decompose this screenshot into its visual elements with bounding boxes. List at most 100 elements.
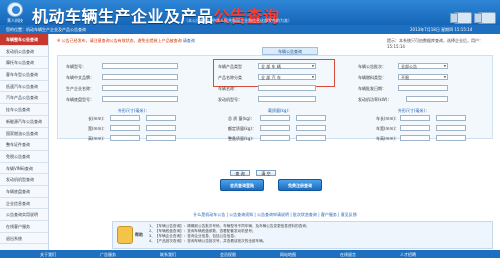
- label-engine-model: 发动机型号：: [218, 97, 242, 102]
- notice-link[interactable]: 请查询: [183, 38, 195, 43]
- engine-model-input[interactable]: [258, 96, 316, 102]
- label-approval-date: 车辆批准日期：: [358, 86, 386, 91]
- member-login-button[interactable]: 会员查询登陆: [220, 179, 264, 191]
- sidebar-item-engine-model[interactable]: 发动机机型查询: [0, 174, 48, 186]
- approval-date-input[interactable]: [398, 85, 448, 91]
- sidebar-item-bus[interactable]: 客车车型公告查询: [0, 69, 48, 81]
- query-button[interactable]: 查 询: [230, 170, 250, 176]
- label-height: 高(mm)：: [88, 136, 107, 141]
- sidebar-item-engine[interactable]: 发动机公告查询: [0, 46, 48, 58]
- footer-link-contact[interactable]: 联系我们: [160, 252, 176, 258]
- label-cn-brand: 车辆中文品牌：: [66, 75, 94, 80]
- notice-text: ※ 公告已经发布，请注意查询公告有效状态，避免出错致上产品被查询 请查询: [57, 38, 195, 44]
- free-register-button[interactable]: 免费注册查询: [278, 179, 322, 191]
- sidebar-item-low-speed[interactable]: 低速汽车公告查询: [0, 81, 48, 93]
- label-batch: 车辆公告批次：: [358, 64, 386, 69]
- help-text: 1、【车辆公告查询】：精确到公告批次号码、车辆型号不同车辆，及车辆公告变更信息资…: [149, 224, 309, 244]
- location-bar: 您的位置：机动车辆生产企业及产品公告查询 2013年7月18日 星期四 15:1…: [0, 25, 500, 34]
- footer-link-jobs[interactable]: 人才招聘: [400, 252, 416, 258]
- sidebar-item-new-energy[interactable]: 新能源汽车公告查询: [0, 116, 48, 128]
- label-rated-mass: 额定质量(kg)：: [228, 126, 256, 131]
- sidebar-item-vehicle-query[interactable]: 车辆整车公告查询: [0, 34, 48, 46]
- length-max-input[interactable]: [146, 115, 176, 121]
- sidebar-item-fuel[interactable]: 国家燃油公告查询: [0, 128, 48, 140]
- vehicle-name-input[interactable]: [258, 85, 316, 91]
- sidebar-item-trailer[interactable]: 挂车公告查询: [0, 104, 48, 116]
- sidebar-item-service[interactable]: 在线客户服务: [0, 221, 48, 233]
- label-vehicle-width: 车宽(mm)：: [376, 126, 399, 131]
- brand-input[interactable]: [102, 74, 178, 80]
- vehicle-width-min-input[interactable]: [400, 125, 430, 131]
- label-width: 宽(mm)：: [88, 126, 107, 131]
- user-status: 提示：本系统只可由数据库查询，选择企业后，用户：15:15:14: [387, 38, 483, 49]
- logo: 莱人科技: [4, 2, 26, 24]
- label-fuel-type: 车辆燃料类型：: [358, 75, 386, 80]
- page-subtitle: （本公告数据以中华人民共和国工业和信息化部发布的为准）: [184, 18, 292, 23]
- vehicle-height-max-input[interactable]: [436, 135, 466, 141]
- chassis-input[interactable]: [102, 96, 178, 102]
- truck-illustration-icon: [446, 2, 498, 24]
- footer-link-message[interactable]: 在线留言: [340, 252, 356, 258]
- width-max-input[interactable]: [146, 125, 176, 131]
- height-max-input[interactable]: [146, 135, 176, 141]
- logo-text: 莱人科技: [7, 18, 23, 23]
- label-model: 车辆型号：: [66, 64, 86, 69]
- rated-mass-max-input[interactable]: [296, 125, 326, 131]
- group-dimensions: 外形尺寸(毫米)：: [118, 108, 150, 113]
- section-title: 车辆公告查询: [262, 47, 318, 55]
- model-input[interactable]: [102, 63, 178, 69]
- vehicle-width-max-input[interactable]: [436, 125, 466, 131]
- vehicle-type-select[interactable]: 全 部 车 辆: [258, 63, 316, 69]
- sidebar: 车辆整车公告查询 发动机公告查询 摩托车公告查询 客车车型公告查询 低速汽车公告…: [0, 34, 49, 250]
- sidebar-item-vin[interactable]: 车辆VIN码查询: [0, 163, 48, 175]
- sidebar-item-tax-free[interactable]: 免税公告查询: [0, 151, 48, 163]
- label-company: 生产企业名称：: [66, 86, 94, 91]
- total-mass-min-input[interactable]: [260, 115, 290, 121]
- label-curb-mass: 整备质量(kg)：: [228, 136, 256, 141]
- notice-main: ※ 公告已经发布，请注意查询公告有效状态，避免出错致上产品被查询: [57, 38, 182, 43]
- sidebar-item-certificate[interactable]: 整车证件查询: [0, 139, 48, 151]
- curb-mass-max-input[interactable]: [296, 135, 326, 141]
- vehicle-length-max-input[interactable]: [436, 115, 466, 121]
- label-engine-power: 发动机功率(kW)：: [358, 97, 392, 102]
- label-vehicle-height: 车高(mm)：: [376, 136, 399, 141]
- label-total-mass: 总 质 量(kg)：: [228, 116, 255, 121]
- total-mass-max-input[interactable]: [296, 115, 326, 121]
- curb-mass-min-input[interactable]: [260, 135, 290, 141]
- fuel-type-select[interactable]: 不限: [398, 74, 448, 80]
- engine-power-input[interactable]: [406, 96, 448, 102]
- footer-link-ads[interactable]: 广告服务: [100, 252, 116, 258]
- batch-select[interactable]: 全部公告: [398, 63, 448, 69]
- height-min-input[interactable]: [110, 135, 140, 141]
- sidebar-item-usage[interactable]: 公告查询实用说明: [0, 209, 48, 221]
- sidebar-item-chassis[interactable]: 车辆底盘查询: [0, 186, 48, 198]
- help-links[interactable]: 什么是机动车公告 | 公告查询须知 | 公告查询申请说明 | 批次状态查询 | …: [57, 212, 493, 218]
- label-product-category: 产品名称分类: [218, 75, 242, 80]
- help-book-icon: [117, 226, 133, 244]
- datetime: 2013年7月18日 星期四 15:15:14: [410, 27, 473, 32]
- group-mass: 载质量(kg)：: [268, 108, 292, 113]
- footer-bar: 关于我们 广告服务 联系我们 会员权限 网站地图 在线留言 人才招聘: [0, 250, 500, 258]
- sidebar-item-auto-product[interactable]: 汽车产品公告查询: [0, 92, 48, 105]
- footer-link-sitemap[interactable]: 网站地图: [280, 252, 296, 258]
- rated-mass-min-input[interactable]: [260, 125, 290, 131]
- sidebar-item-motorcycle[interactable]: 摩托车公告查询: [0, 57, 48, 70]
- width-min-input[interactable]: [110, 125, 140, 131]
- reset-button[interactable]: 清 空: [256, 170, 276, 176]
- label-chassis: 车辆底盘型号：: [66, 97, 94, 102]
- product-category-select[interactable]: 全 部 汽 车: [258, 74, 316, 80]
- label-vehicle-length: 车长(mm)：: [376, 116, 399, 121]
- breadcrumb: 您的位置：机动车辆生产企业及产品公告查询: [6, 27, 86, 32]
- vehicle-height-min-input[interactable]: [400, 135, 430, 141]
- footer-link-about[interactable]: 关于我们: [40, 252, 56, 258]
- query-form: 车辆型号： 车辆产品类型 全 部 车 辆 车辆公告批次： 全部公告 车辆中文品牌…: [57, 55, 493, 141]
- sidebar-item-company[interactable]: 企业信息查询: [0, 198, 48, 210]
- main-content: ※ 公告已经发布，请注意查询公告有效状态，避免出错致上产品被查询 请查询 提示：…: [52, 34, 498, 250]
- footer-link-member[interactable]: 会员权限: [220, 252, 236, 258]
- length-min-input[interactable]: [110, 115, 140, 121]
- vehicle-length-min-input[interactable]: [400, 115, 430, 121]
- help-panel: 帮助 1、【车辆公告查询】：精确到公告批次号码、车辆型号不同车辆，及车辆公告变更…: [112, 221, 493, 249]
- company-input[interactable]: [102, 85, 178, 91]
- sidebar-item-logout[interactable]: 退出系统: [0, 233, 48, 245]
- group-size: 外形尺寸(毫米)：: [398, 108, 430, 113]
